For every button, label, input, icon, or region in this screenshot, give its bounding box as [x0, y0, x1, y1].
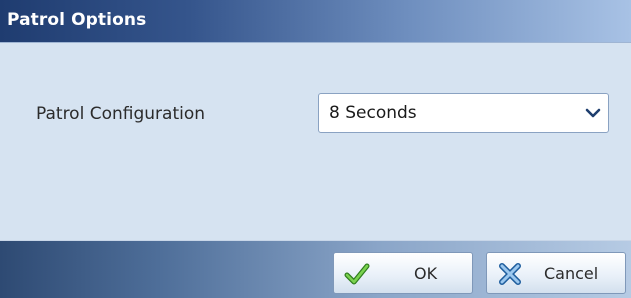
ok-button-label: OK — [414, 264, 438, 283]
dialog-title: Patrol Options — [7, 10, 147, 30]
patrol-options-dialog: Patrol Options Patrol Configuration 8 Se… — [0, 0, 631, 298]
dialog-content: Patrol Configuration 8 Seconds — [0, 43, 631, 240]
title-bar[interactable]: Patrol Options — [0, 0, 631, 43]
chevron-down-icon[interactable] — [585, 106, 601, 120]
cancel-button[interactable]: Cancel — [486, 252, 626, 294]
ok-button[interactable]: OK — [333, 252, 473, 294]
patrol-configuration-label: Patrol Configuration — [36, 104, 206, 124]
patrol-configuration-select[interactable]: 8 Seconds — [318, 93, 609, 133]
checkmark-icon — [344, 263, 370, 285]
x-icon — [499, 263, 521, 285]
cancel-button-label: Cancel — [544, 264, 599, 283]
patrol-configuration-value: 8 Seconds — [329, 103, 417, 123]
